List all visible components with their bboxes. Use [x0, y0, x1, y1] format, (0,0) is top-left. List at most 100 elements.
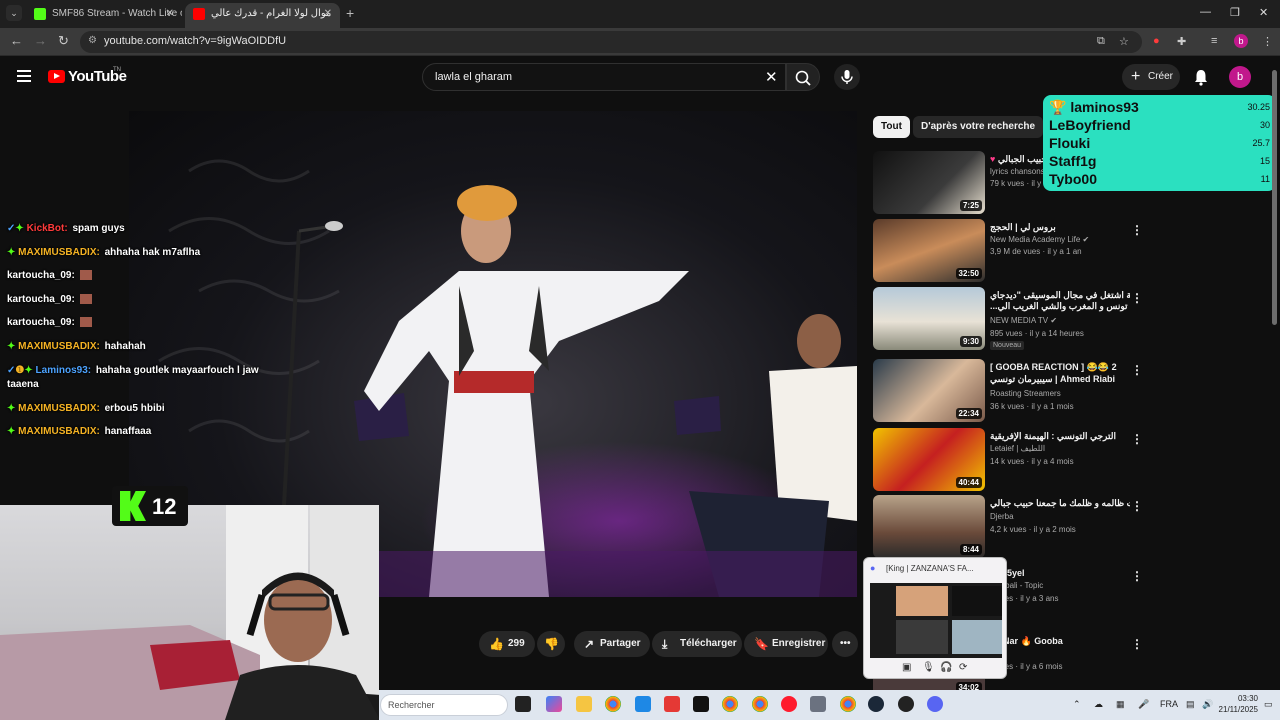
voice-search-button[interactable]	[834, 64, 860, 90]
more-options-icon[interactable]: ⋮	[1131, 637, 1143, 651]
notifications-bell-icon[interactable]	[1193, 68, 1209, 86]
video-title[interactable]: [ GOOBA REACTION ] 😂😂 2	[990, 361, 1130, 373]
steam-icon[interactable]	[868, 696, 884, 712]
camera-icon[interactable]: ▣	[902, 662, 911, 673]
tray-app-icon[interactable]: ▦	[1116, 699, 1125, 710]
save-button[interactable]: 🔖 Enregistrer	[744, 631, 828, 657]
chip-related-search[interactable]: D'après votre recherche	[913, 116, 1044, 138]
download-button[interactable]: ⤓ Télécharger	[652, 631, 742, 657]
extension-record-icon[interactable]: ●	[1153, 35, 1160, 47]
recommendation-item[interactable]: 32:50 بروس لي | الحجج New Media Academy …	[873, 219, 1173, 283]
opera-icon[interactable]	[781, 696, 797, 712]
channel-name[interactable]: lyrics chansons	[990, 167, 1045, 176]
recommendation-item[interactable]: 8:44 أنت ظالمه و ظلمك ما جمعنا حبيب جبال…	[873, 495, 1173, 559]
more-options-icon[interactable]: ⋮	[1131, 291, 1143, 305]
notifications-icon[interactable]: ▭	[1264, 699, 1273, 710]
video-thumbnail[interactable]: 22:34	[873, 359, 985, 422]
scrollbar-thumb[interactable]	[1272, 70, 1277, 325]
hamburger-menu-icon[interactable]	[17, 70, 31, 85]
like-button[interactable]: 👍 299	[479, 631, 535, 657]
chrome-active-icon[interactable]	[840, 696, 856, 712]
tab-search-button[interactable]: ⌄	[6, 5, 22, 21]
url-omnibox[interactable]: ⚙ youtube.com/watch?v=9igWaOIDDfU	[80, 31, 1142, 53]
create-button[interactable]: + Créer	[1122, 64, 1180, 90]
close-window-icon[interactable]: ✕	[1259, 6, 1268, 19]
channel-name[interactable]: Djerba	[990, 512, 1014, 521]
input-language[interactable]: FRA	[1160, 699, 1178, 709]
channel-name[interactable]: New Media Academy Life ✔	[990, 235, 1089, 244]
task-view-icon[interactable]	[515, 696, 531, 712]
copilot-icon[interactable]	[546, 696, 562, 712]
reading-list-icon[interactable]: ≡	[1211, 35, 1217, 47]
more-options-icon[interactable]: ⋮	[1131, 499, 1143, 513]
video-title[interactable]: Rat 5yel	[990, 567, 1130, 579]
recommendation-item[interactable]: 9:30 جزائرية اشتغل في مجال الموسيقى "ديد…	[873, 287, 1173, 351]
mail-app-icon[interactable]	[635, 696, 651, 712]
tab-smf86-stream[interactable]: SMF86 Stream - Watch Live on ✕	[26, 3, 182, 28]
account-avatar[interactable]: b	[1229, 66, 1251, 88]
tiktok-icon[interactable]	[693, 696, 709, 712]
browser-profile-avatar[interactable]: b	[1234, 34, 1248, 48]
channel-name[interactable]: NEW MEDIA TV ✔	[990, 316, 1057, 325]
more-options-icon[interactable]: ⋮	[1131, 223, 1143, 237]
browser-menu-icon[interactable]: ⋮	[1262, 35, 1273, 48]
more-options-icon[interactable]: ⋮	[1131, 569, 1143, 583]
obs-icon[interactable]	[898, 696, 914, 712]
video-thumbnail[interactable]: 8:44	[873, 495, 985, 558]
chrome-icon[interactable]	[605, 696, 621, 712]
taskbar-search-input[interactable]: Rechercher	[380, 694, 508, 716]
more-options-icon[interactable]: ⋮	[1131, 432, 1143, 446]
taskbar-window-preview[interactable]: ● [King | ZANZANA'S FA... ▣ 🎙 🎧 ⟳	[863, 557, 1007, 679]
chrome-profile-2-icon[interactable]	[752, 696, 768, 712]
extensions-puzzle-icon[interactable]: ✚	[1177, 35, 1186, 48]
video-title[interactable]: ch Nar 🔥 Gooba	[990, 635, 1130, 647]
forward-arrow-icon[interactable]: →	[34, 33, 47, 48]
search-input[interactable]: lawla el gharam ✕	[422, 63, 786, 91]
tab-youtube-video[interactable]: موال لولا الغرام - قدرك عالي ✕	[185, 3, 340, 28]
recommendation-item[interactable]: 40:44 الترجي التونسي : الهيمنة الإفريقية…	[873, 428, 1173, 492]
discord-icon[interactable]	[927, 696, 943, 712]
close-tab-icon[interactable]: ✕	[166, 3, 174, 25]
tray-chevron-icon[interactable]: ⌃	[1073, 699, 1081, 710]
channel-name[interactable]: Roasting Streamers	[990, 389, 1061, 398]
new-tab-button[interactable]: +	[346, 5, 354, 21]
video-thumbnail[interactable]: 32:50	[873, 219, 985, 282]
site-info-icon[interactable]: ⚙	[88, 35, 97, 46]
close-tab-icon[interactable]: ✕	[324, 3, 332, 25]
video-thumbnail[interactable]: 40:44	[873, 428, 985, 491]
more-actions-button[interactable]: •••	[832, 631, 858, 657]
video-title[interactable]: أنت ظالمه و ظلمك ما جمعنا حبيب جبالي	[990, 497, 1130, 509]
headphones-icon[interactable]: 🎧	[940, 662, 952, 673]
minimize-window-icon[interactable]: —	[1200, 6, 1211, 18]
more-options-icon[interactable]: ⋮	[1131, 363, 1143, 377]
video-thumbnail[interactable]: 7:25	[873, 151, 985, 214]
recommendation-item[interactable]: 22:34 [ GOOBA REACTION ] 😂😂 2 سيبيرمان ت…	[873, 359, 1173, 423]
back-arrow-icon[interactable]: ←	[10, 33, 23, 48]
tray-mic-icon[interactable]: 🎤	[1138, 699, 1149, 710]
install-app-icon[interactable]: ⧉	[1097, 35, 1105, 48]
share-button[interactable]: ↗ Partager	[574, 631, 650, 657]
volume-icon[interactable]: 🔊	[1202, 699, 1213, 710]
chrome-profile-icon[interactable]	[722, 696, 738, 712]
tray-cloud-icon[interactable]: ☁	[1094, 699, 1103, 710]
mute-mic-icon[interactable]: 🎙	[922, 662, 935, 673]
channel-name[interactable]: Letaief | اللطيف	[990, 444, 1045, 453]
maximize-window-icon[interactable]: ❐	[1230, 6, 1240, 19]
dislike-button[interactable]: 👎	[537, 631, 565, 657]
app-red-icon[interactable]	[664, 696, 680, 712]
screen-share-icon[interactable]: ⟳	[959, 662, 967, 673]
preview-thumbnail[interactable]	[870, 583, 1002, 658]
clear-search-icon[interactable]: ✕	[765, 68, 778, 86]
bookmark-star-icon[interactable]: ☆	[1119, 35, 1129, 48]
file-explorer-icon[interactable]	[576, 696, 592, 712]
settings-gear-icon[interactable]	[810, 696, 826, 712]
search-button[interactable]	[786, 63, 820, 91]
youtube-logo-icon[interactable]	[48, 70, 65, 83]
chip-all[interactable]: Tout	[873, 116, 910, 138]
system-clock[interactable]: 03:30 21/11/2025	[1218, 693, 1258, 715]
network-icon[interactable]: ▤	[1186, 699, 1195, 710]
video-thumbnail[interactable]: 9:30	[873, 287, 985, 350]
reload-icon[interactable]: ↻	[58, 33, 69, 49]
video-title[interactable]: بروس لي | الحجج	[990, 221, 1130, 233]
video-title[interactable]: الترجي التونسي : الهيمنة الإفريقية	[990, 430, 1130, 442]
